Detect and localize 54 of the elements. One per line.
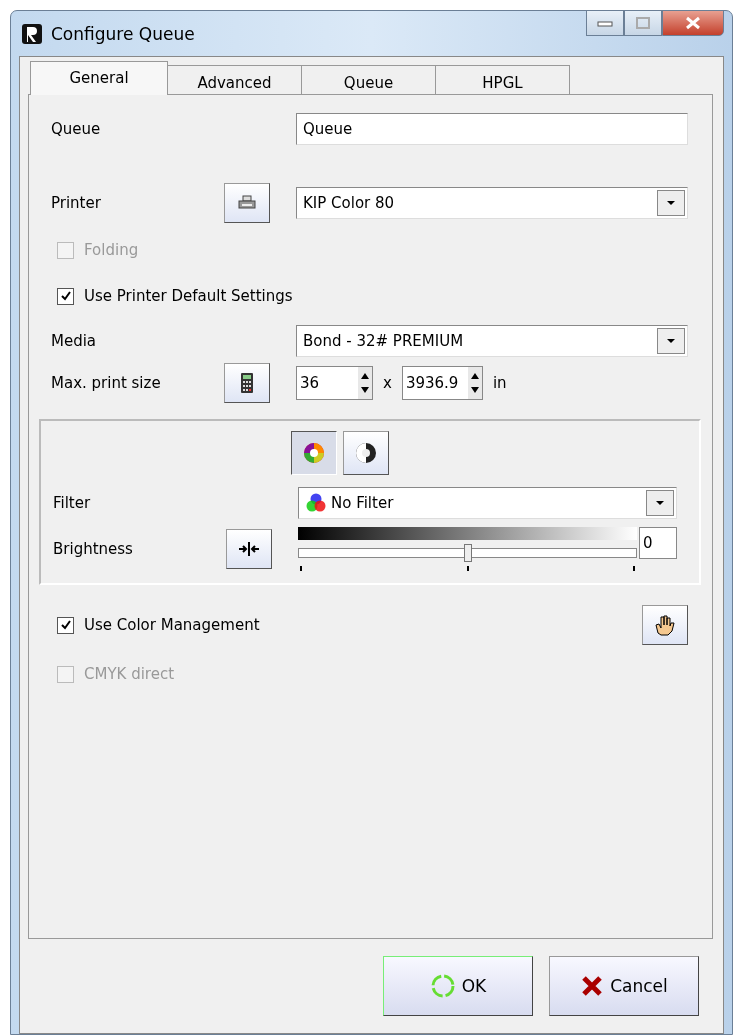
color-mode-button[interactable] — [291, 431, 337, 475]
app-logo-icon — [21, 22, 43, 45]
brightness-slider[interactable] — [298, 544, 637, 562]
minimize-button[interactable] — [586, 10, 624, 36]
window-title: Configure Queue — [51, 23, 196, 44]
checkmark-icon — [59, 619, 72, 631]
reset-button[interactable] — [226, 529, 272, 569]
close-button[interactable] — [662, 10, 724, 36]
separator-text: x — [383, 374, 392, 392]
printer-defaults-checkbox[interactable]: Use Printer Default Settings — [57, 287, 293, 305]
maximize-button[interactable] — [624, 10, 662, 36]
tick-mark — [300, 566, 302, 571]
tick-mark — [466, 566, 469, 571]
tab[interactable]: HPGL — [435, 65, 570, 95]
calculator-button[interactable] — [224, 363, 270, 403]
brightness-input-field[interactable]: 0 — [639, 527, 677, 559]
hand-button[interactable] — [642, 605, 688, 645]
media-dropdown[interactable]: Bond - 32# PREMIUM — [296, 325, 688, 357]
maximize-icon — [636, 17, 650, 29]
field-label: Filter — [53, 494, 92, 512]
field-label: Media — [51, 332, 98, 350]
cancel-button[interactable]: Cancel — [549, 956, 699, 1016]
close-icon — [580, 974, 605, 998]
dropdown-arrow-icon — [666, 200, 676, 206]
tab[interactable]: General — [30, 61, 168, 95]
field-label: Brightness — [53, 540, 134, 558]
field-label: Queue — [51, 120, 102, 138]
checkmark-icon — [59, 290, 72, 302]
grayscale-mode-button[interactable] — [343, 431, 389, 475]
circle-icon — [429, 973, 456, 999]
ok-button[interactable]: OK — [383, 956, 533, 1016]
color-management-checkbox[interactable]: Use Color Management — [57, 616, 260, 634]
center-arrows-icon — [238, 541, 260, 557]
dropdown-arrow-icon — [655, 500, 665, 506]
minimize-icon — [597, 19, 613, 27]
grayscale-wheel-icon — [354, 441, 378, 465]
height-spinbox[interactable]: 3936.9 — [401, 366, 483, 400]
close-icon — [685, 16, 701, 30]
printer-icon — [238, 195, 256, 211]
dropdown-arrow-icon — [666, 338, 676, 344]
color-wheel-icon — [302, 441, 326, 465]
field-label: Max. print size — [51, 374, 162, 392]
slider-thumb[interactable] — [463, 544, 472, 562]
tick-mark — [633, 566, 635, 571]
printer-button[interactable] — [224, 183, 270, 223]
unit-text: in — [492, 374, 507, 392]
field-label: Printer — [51, 194, 102, 212]
hand-icon — [653, 613, 677, 637]
rgb-circles-icon — [305, 492, 327, 514]
calculator-icon — [240, 372, 254, 394]
width-spinbox[interactable]: 36 — [296, 366, 373, 400]
printer-dropdown[interactable]: KIP Color 80 — [296, 187, 688, 219]
queue-input-field[interactable]: Queue — [296, 113, 688, 145]
filter-dropdown[interactable]: No Filter — [298, 487, 677, 519]
